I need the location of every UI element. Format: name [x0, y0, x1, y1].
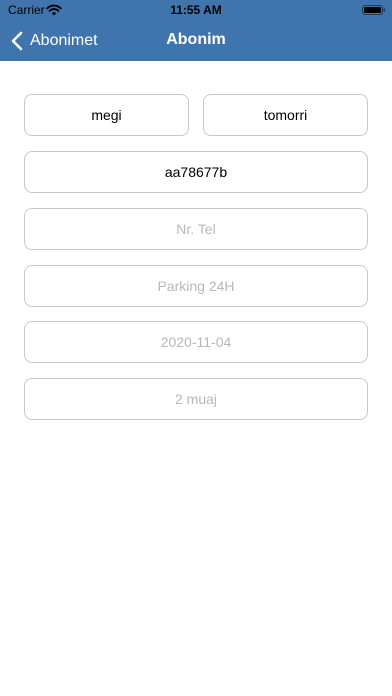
battery-icon	[362, 5, 386, 15]
back-button[interactable]: Abonimet	[10, 29, 98, 53]
top-bar: Carrier 11:55 AM Abonimet Abonim	[0, 0, 392, 61]
chevron-left-icon	[11, 31, 23, 51]
status-time: 11:55 AM	[170, 3, 222, 17]
last-name-field[interactable]	[203, 94, 368, 136]
navigation-bar: Abonimet Abonim	[0, 20, 392, 61]
back-button-label: Abonimet	[30, 32, 98, 49]
parking-field[interactable]	[24, 265, 368, 307]
phone-number-field[interactable]	[24, 208, 368, 250]
plate-number-field[interactable]	[24, 151, 368, 193]
app-screen: Carrier 11:55 AM Abonimet Abonim	[0, 0, 392, 696]
status-bar: Carrier 11:55 AM	[0, 0, 392, 20]
date-field[interactable]	[24, 321, 368, 363]
duration-field[interactable]	[24, 378, 368, 420]
first-name-field[interactable]	[24, 94, 189, 136]
